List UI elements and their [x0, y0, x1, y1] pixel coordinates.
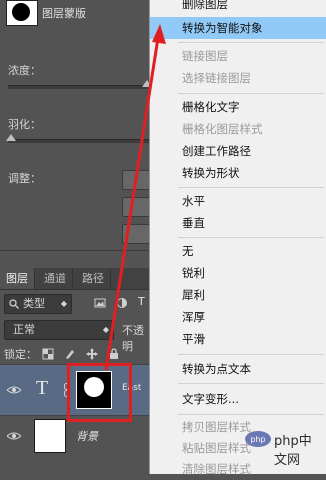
watermark-text: php中文网 — [274, 434, 312, 468]
watermark: php php中文网 — [244, 428, 324, 468]
svg-text:php: php — [250, 435, 265, 444]
annotation-arrow — [104, 24, 166, 371]
php-logo-icon: php — [245, 431, 271, 447]
